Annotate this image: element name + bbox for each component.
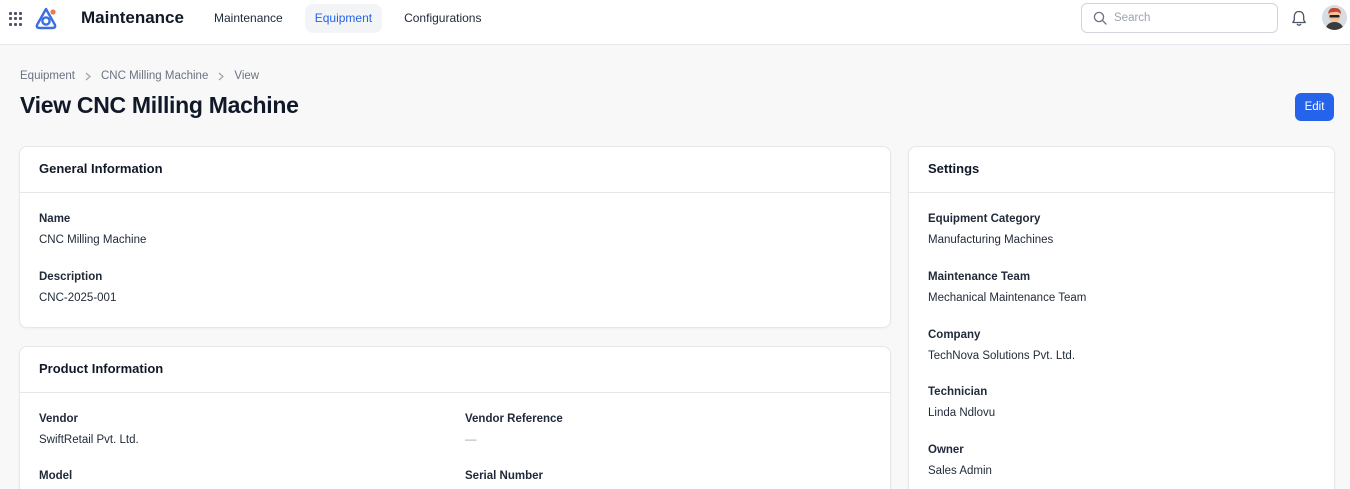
field-label: Description bbox=[39, 271, 103, 283]
field-value: Manufacturing Machines bbox=[928, 234, 1054, 246]
field-label: Maintenance Team bbox=[928, 271, 1031, 283]
field-label: Owner bbox=[928, 444, 964, 456]
field-label: Company bbox=[928, 329, 981, 341]
product-information-card: Product Information Vendor SwiftRetail P… bbox=[19, 346, 891, 489]
field-label: Vendor Reference bbox=[465, 413, 563, 425]
card-title: Product Information bbox=[20, 347, 890, 393]
bell-icon[interactable] bbox=[1291, 10, 1307, 27]
field-label: Name bbox=[39, 213, 71, 225]
field-value: CNC-2025-001 bbox=[39, 292, 117, 304]
search-box[interactable] bbox=[1081, 3, 1278, 33]
description-field: Description CNC-2025-001 bbox=[39, 271, 116, 304]
edit-button[interactable]: Edit bbox=[1295, 93, 1334, 121]
serial-number-field: Serial Number bbox=[465, 470, 543, 482]
field-label: Technician bbox=[928, 386, 988, 398]
breadcrumb-item[interactable]: CNC Milling Machine bbox=[101, 70, 208, 82]
field-label: Vendor bbox=[39, 413, 78, 425]
field-label: Serial Number bbox=[465, 470, 543, 482]
general-information-card: General Information Name CNC Milling Mac… bbox=[19, 146, 891, 328]
field-value: SwiftRetail Pvt. Ltd. bbox=[39, 434, 139, 446]
company-field: Company TechNova Solutions Pvt. Ltd. bbox=[928, 329, 1075, 362]
vendor-field: Vendor SwiftRetail Pvt. Ltd. bbox=[39, 413, 139, 446]
settings-card: Settings Equipment Category Manufacturin… bbox=[908, 146, 1335, 489]
field-value: Linda Ndlovu bbox=[928, 407, 996, 419]
equipment-category-field: Equipment Category Manufacturing Machine… bbox=[928, 213, 1053, 246]
breadcrumb: Equipment CNC Milling Machine View bbox=[20, 70, 259, 82]
apps-grid-icon[interactable] bbox=[9, 12, 23, 26]
field-value: TechNova Solutions Pvt. Ltd. bbox=[928, 350, 1076, 362]
owner-field: Owner Sales Admin bbox=[928, 444, 992, 477]
card-title: Settings bbox=[909, 147, 1334, 193]
field-value: Sales Admin bbox=[928, 465, 992, 477]
maintenance-team-field: Maintenance Team Mechanical Maintenance … bbox=[928, 271, 1086, 304]
card-title: General Information bbox=[20, 147, 890, 193]
nav-configurations[interactable]: Configurations bbox=[394, 4, 491, 33]
field-label: Equipment Category bbox=[928, 213, 1041, 225]
logo-icon[interactable] bbox=[34, 7, 58, 31]
chevron-right-icon bbox=[85, 72, 91, 80]
field-value: Mechanical Maintenance Team bbox=[928, 292, 1087, 304]
field-value: — bbox=[465, 434, 477, 446]
chevron-right-icon bbox=[218, 72, 225, 80]
model-field: Model bbox=[39, 470, 72, 482]
field-value: CNC Milling Machine bbox=[39, 234, 147, 246]
breadcrumb-equipment[interactable]: Equipment bbox=[20, 70, 75, 82]
nav-equipment[interactable]: Equipment bbox=[304, 4, 383, 33]
search-input[interactable] bbox=[1114, 9, 1269, 27]
field-label: Model bbox=[39, 470, 73, 482]
technician-field: Technician Linda Ndlovu bbox=[928, 386, 995, 419]
breadcrumb-current: View bbox=[234, 70, 260, 82]
page-title: View CNC Milling Machine bbox=[20, 92, 299, 118]
nav-maintenance[interactable]: Maintenance bbox=[204, 4, 293, 33]
vendor-reference-field: Vendor Reference — bbox=[465, 413, 563, 446]
search-icon bbox=[1093, 11, 1107, 25]
app-title: Maintenance bbox=[81, 8, 184, 27]
main-nav: Maintenance Equipment Configurations bbox=[204, 4, 503, 33]
name-field: Name CNC Milling Machine bbox=[39, 213, 146, 246]
top-bar: Maintenance Maintenance Equipment Config… bbox=[0, 0, 1350, 45]
avatar[interactable] bbox=[1322, 5, 1347, 30]
